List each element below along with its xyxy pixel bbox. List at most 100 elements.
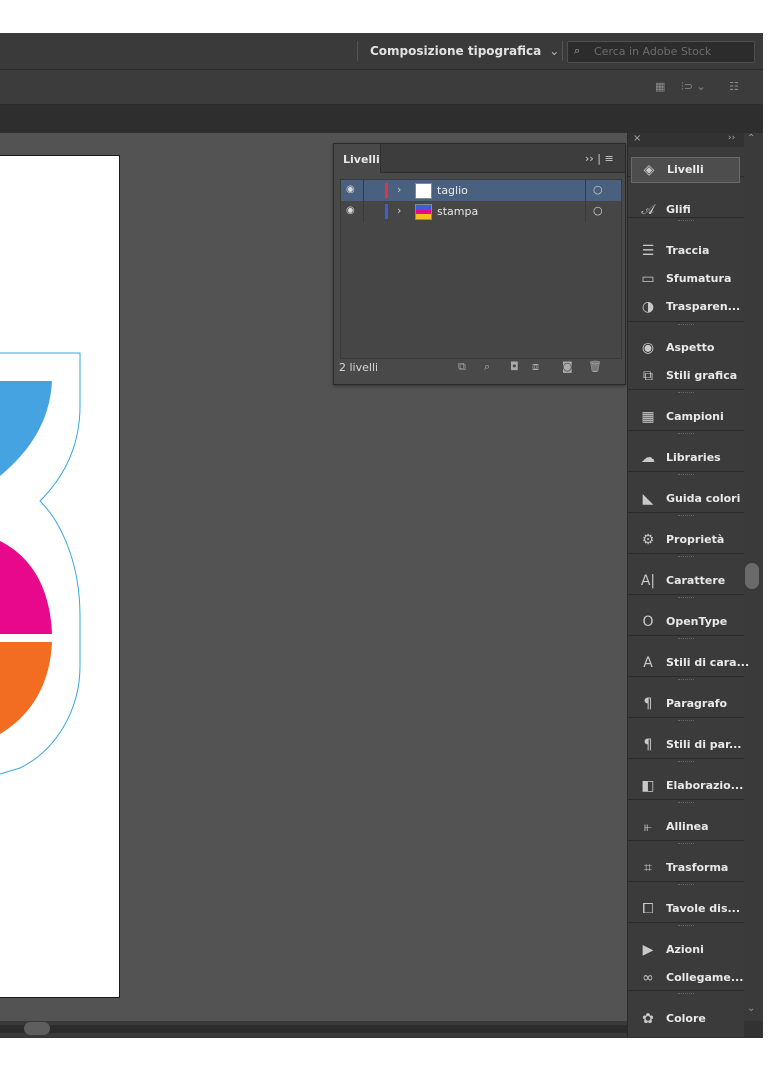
divider <box>585 180 586 201</box>
layers-icon: ◈ <box>643 162 655 178</box>
dock-item-color[interactable]: ✿ Colore <box>628 1007 744 1031</box>
group-divider <box>628 881 744 882</box>
drag-grip[interactable] <box>678 884 694 887</box>
layer-thumbnail <box>415 183 432 199</box>
expand-arrow-icon[interactable]: › <box>397 183 401 196</box>
dock-item-label: Stili di par... <box>666 738 742 751</box>
dock-item-label: Sfumatura <box>666 272 732 285</box>
drag-grip[interactable] <box>678 993 694 996</box>
panel-dock: × ›› ◈ Livelli 𝒜 Glifi ☰ Traccia ▭ Sfumatura ◑ Tr… <box>627 133 749 1037</box>
dock-item-paragraph[interactable]: ¶ Paragrafo <box>628 692 744 716</box>
divider <box>562 41 563 61</box>
group-divider <box>628 799 744 800</box>
visibility-eye-icon[interactable]: ◉ <box>346 205 355 216</box>
dock-item-label: Livelli <box>667 163 704 176</box>
layer-row[interactable]: ◉ › taglio ○ <box>341 180 621 201</box>
trash-icon[interactable]: 🗑 <box>588 360 602 373</box>
dock-item-opentype[interactable]: O OpenType <box>628 610 744 634</box>
dock-item-label: Libraries <box>666 451 721 464</box>
group-divider <box>628 635 744 636</box>
dock-item-character-styles[interactable]: A Stili di cara... <box>628 651 749 675</box>
drag-grip[interactable] <box>678 925 694 928</box>
scroll-thumb[interactable] <box>24 1022 50 1035</box>
collapse-icon[interactable]: ›› <box>728 133 735 143</box>
dock-item-properties[interactable]: ⚙ Proprietà <box>628 528 744 552</box>
drag-grip[interactable] <box>678 474 694 477</box>
panel-menu-icon[interactable]: ☷ <box>729 80 739 93</box>
chevron-up-icon[interactable]: ⌃ <box>747 133 755 144</box>
swatches-icon: ▦ <box>641 409 655 425</box>
paragraph-icon: ¶ <box>643 696 653 712</box>
arrange-icon[interactable]: ⫶⊃ ⌄ <box>681 80 706 94</box>
grid-icon[interactable]: ▦ <box>655 80 665 93</box>
dock-item-label: Trasparen... <box>666 300 741 313</box>
dock-item-transparency[interactable]: ◑ Trasparen... <box>628 295 744 319</box>
dock-item-layers[interactable]: ◈ Livelli <box>631 157 740 183</box>
drag-grip[interactable] <box>678 597 694 600</box>
search-icon: ⌕ <box>574 44 581 57</box>
expand-arrow-icon[interactable]: › <box>397 204 401 217</box>
horizontal-scrollbar[interactable] <box>0 1021 627 1037</box>
dock-item-color-guide[interactable]: ◣ Guida colori <box>628 487 744 511</box>
drag-grip[interactable] <box>678 761 694 764</box>
dock-item-label: Guida colori <box>666 492 741 505</box>
tab-livelli[interactable]: Livelli <box>334 144 381 173</box>
actions-icon: ▶ <box>642 942 654 958</box>
visibility-eye-icon[interactable]: ◉ <box>346 184 355 195</box>
transform-icon: ⌗ <box>644 860 652 876</box>
vertical-scrollbar[interactable]: ⌃ ⌄ <box>743 133 763 1021</box>
drag-grip[interactable] <box>678 324 694 327</box>
group-divider <box>628 321 744 322</box>
blue-shape <box>0 381 52 476</box>
drag-grip[interactable] <box>678 433 694 436</box>
control-bar: ▦ ⫶⊃ ⌄ ☷ <box>0 70 763 105</box>
artboard[interactable] <box>0 155 120 998</box>
dock-item-stroke[interactable]: ☰ Traccia <box>628 239 744 263</box>
dock-item-paragraph-styles[interactable]: ¶ Stili di par... <box>628 733 744 757</box>
drag-grip[interactable] <box>678 392 694 395</box>
workspace-label: Composizione tipografica <box>370 44 542 58</box>
dock-item-graphic-styles[interactable]: ⧉ Stili grafica <box>628 364 744 388</box>
group-divider <box>628 430 744 431</box>
drag-grip[interactable] <box>678 720 694 723</box>
dock-item-libraries[interactable]: ☁ Libraries <box>628 446 744 470</box>
workspace-switcher[interactable]: Composizione tipografica ⌄ <box>370 44 559 58</box>
dock-item-align[interactable]: ⫦ Allinea <box>628 815 744 839</box>
drag-grip[interactable] <box>678 679 694 682</box>
locate-object-icon[interactable]: ⌕ <box>484 360 490 374</box>
export-icon[interactable]: ⧉ <box>458 360 466 374</box>
dock-item-pathfinder[interactable]: ◧ Elaborazio... <box>628 774 744 798</box>
panel-menu-icon[interactable]: ›› | ≡ <box>585 152 614 165</box>
new-sublayer-icon[interactable]: ⧈ <box>532 360 539 374</box>
dock-item-transform[interactable]: ⌗ Trasforma <box>628 856 744 880</box>
target-circle-icon[interactable]: ○ <box>593 204 603 217</box>
color-guide-icon: ◣ <box>642 491 654 507</box>
dock-item-links[interactable]: ∞ Collegame... <box>628 966 744 990</box>
target-circle-icon[interactable]: ○ <box>593 183 603 196</box>
dock-item-actions[interactable]: ▶ Azioni <box>628 938 744 962</box>
layer-name[interactable]: taglio <box>437 184 468 197</box>
dock-item-glyphs[interactable]: 𝒜 Glifi <box>628 198 744 222</box>
group-divider <box>628 471 744 472</box>
drag-grip[interactable] <box>678 802 694 805</box>
new-layer-icon[interactable]: ◙ <box>562 360 573 373</box>
scroll-thumb[interactable] <box>745 563 759 589</box>
layer-row[interactable]: ◉ › stampa ○ <box>341 201 621 222</box>
dock-item-artboards[interactable]: ⧠ Tavole dis... <box>628 897 744 921</box>
drag-grip[interactable] <box>678 638 694 641</box>
dock-item-character[interactable]: A| Carattere <box>628 569 744 593</box>
chevron-down-icon[interactable]: ⌄ <box>747 1003 755 1014</box>
application-bar: Composizione tipografica ⌄ ⌕ Cerca in Ado… <box>0 33 763 70</box>
layer-name[interactable]: stampa <box>437 205 478 218</box>
close-icon[interactable]: × <box>633 133 641 144</box>
drag-grip[interactable] <box>678 843 694 846</box>
dock-item-gradient[interactable]: ▭ Sfumatura <box>628 267 744 291</box>
drag-grip[interactable] <box>678 556 694 559</box>
group-divider <box>628 553 744 554</box>
dock-item-swatches[interactable]: ▦ Campioni <box>628 405 744 429</box>
dock-item-appearance[interactable]: ◉ Aspetto <box>628 336 744 360</box>
opentype-icon: O <box>642 614 654 630</box>
clipping-mask-icon[interactable]: ◘ <box>510 360 519 373</box>
drag-grip[interactable] <box>678 515 694 518</box>
stock-search-input[interactable]: ⌕ Cerca in Adobe Stock <box>567 41 755 63</box>
